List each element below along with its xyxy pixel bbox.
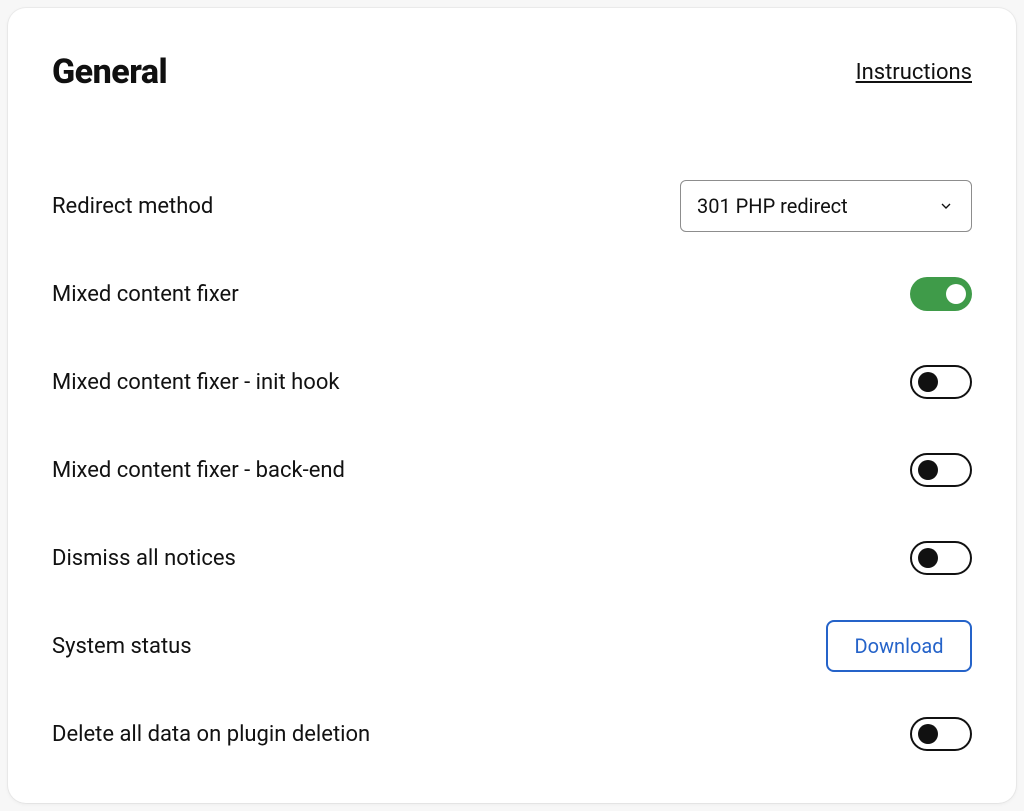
row-dismiss-notices: Dismiss all notices (52, 514, 972, 602)
instructions-link[interactable]: Instructions (856, 60, 972, 85)
toggle-delete-data[interactable] (910, 717, 972, 751)
toggle-knob (918, 548, 938, 568)
label-mixed-content-fixer: Mixed content fixer (52, 282, 239, 307)
row-delete-data: Delete all data on plugin deletion (52, 690, 972, 778)
toggle-knob (918, 372, 938, 392)
toggle-mixed-content-fixer[interactable] (910, 277, 972, 311)
redirect-method-selected: 301 PHP redirect (697, 194, 848, 218)
settings-card: General Instructions Redirect method 301… (8, 8, 1016, 803)
toggle-dismiss-notices[interactable] (910, 541, 972, 575)
row-mcf-back-end: Mixed content fixer - back-end (52, 426, 972, 514)
card-header: General Instructions (52, 52, 972, 92)
row-mixed-content-fixer: Mixed content fixer (52, 250, 972, 338)
label-system-status: System status (52, 634, 192, 659)
toggle-knob (946, 284, 966, 304)
label-redirect-method: Redirect method (52, 194, 213, 219)
label-mcf-init-hook: Mixed content fixer - init hook (52, 370, 340, 395)
row-redirect-method: Redirect method 301 PHP redirect (52, 162, 972, 250)
toggle-knob (918, 460, 938, 480)
toggle-knob (918, 724, 938, 744)
row-mcf-init-hook: Mixed content fixer - init hook (52, 338, 972, 426)
toggle-mcf-init-hook[interactable] (910, 365, 972, 399)
redirect-method-select[interactable]: 301 PHP redirect (680, 180, 972, 232)
label-mcf-back-end: Mixed content fixer - back-end (52, 458, 345, 483)
download-button[interactable]: Download (826, 620, 972, 672)
label-delete-data: Delete all data on plugin deletion (52, 722, 370, 747)
chevron-down-icon (937, 197, 955, 215)
toggle-mcf-back-end[interactable] (910, 453, 972, 487)
label-dismiss-notices: Dismiss all notices (52, 546, 236, 571)
row-system-status: System status Download (52, 602, 972, 690)
card-title: General (52, 52, 167, 92)
